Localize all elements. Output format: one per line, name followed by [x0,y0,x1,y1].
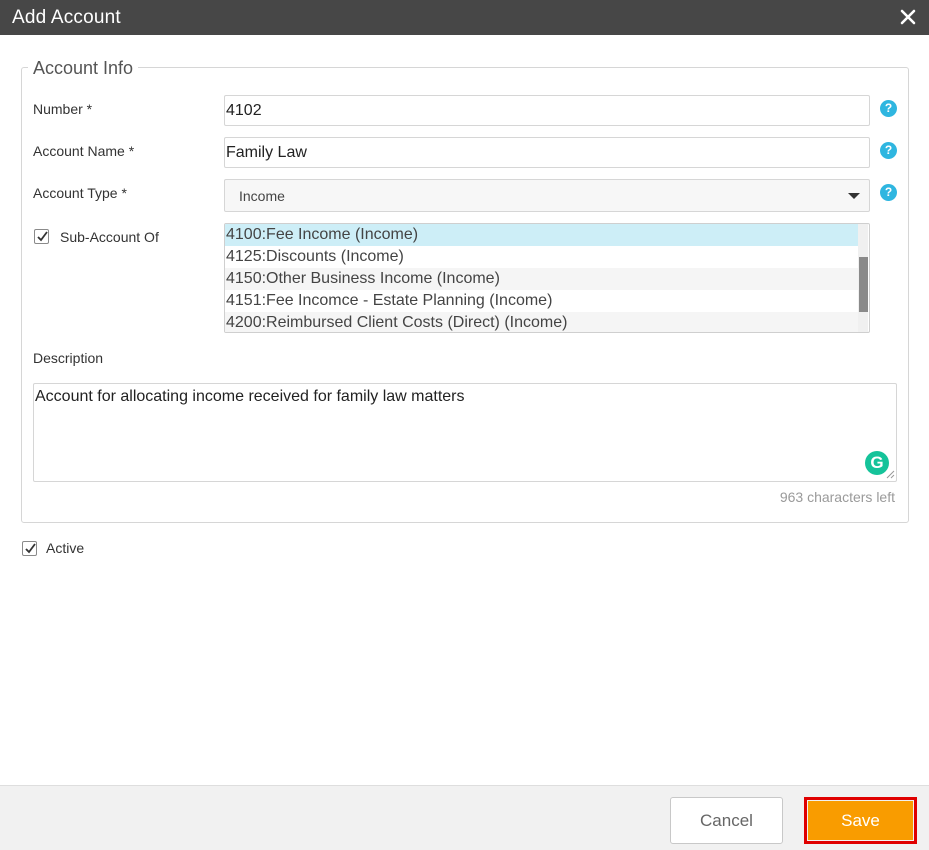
description-textarea[interactable]: Account for allocating income received f… [33,383,897,482]
save-button[interactable]: Save [808,801,913,840]
active-checkbox[interactable] [22,541,37,556]
checkmark-icon [25,543,36,554]
list-item[interactable]: 4200:Reimbursed Client Costs (Direct) (I… [225,312,858,332]
resize-handle-icon[interactable] [885,469,895,479]
account-type-select[interactable]: Income [224,179,870,212]
list-item[interactable]: 4125:Discounts (Income) [225,246,858,268]
sub-account-checkbox[interactable] [34,229,49,244]
account-name-input[interactable]: Family Law [224,137,870,168]
sub-account-label: Sub-Account Of [60,229,159,245]
active-label: Active [46,540,85,556]
list-item[interactable]: 4151:Fee Incomce - Estate Planning (Inco… [225,290,858,312]
fieldset-legend: Account Info [28,58,139,79]
dialog-footer [0,785,929,850]
scrollbar-thumb[interactable] [859,257,868,312]
characters-left-counter: 963 characters left [779,489,895,505]
number-help-icon[interactable]: ? [880,100,897,117]
account-type-label: Account Type * [33,185,127,201]
list-item[interactable]: 4150:Other Business Income (Income) [225,268,858,290]
listbox-scrollbar[interactable] [858,224,868,332]
description-label: Description [33,350,104,366]
account-type-selected: Income [239,188,285,204]
add-account-dialog: Add Account Account Info Number * 4102 ?… [0,0,929,850]
number-input[interactable]: 4102 [224,95,870,126]
dialog-titlebar: Add Account [0,0,929,35]
number-label: Number * [33,101,93,117]
cancel-button[interactable]: Cancel [670,797,783,844]
chevron-down-icon [848,193,860,199]
list-item[interactable]: 4100:Fee Income (Income) [225,224,858,246]
account-name-label: Account Name * [33,143,135,159]
sub-account-listbox[interactable]: 4100:Fee Income (Income) 4125:Discounts … [224,223,870,333]
close-icon[interactable] [899,8,917,26]
account-name-help-icon[interactable]: ? [880,142,897,159]
checkmark-icon [37,231,48,242]
account-type-help-icon[interactable]: ? [880,184,897,201]
dialog-title: Add Account [12,7,121,28]
